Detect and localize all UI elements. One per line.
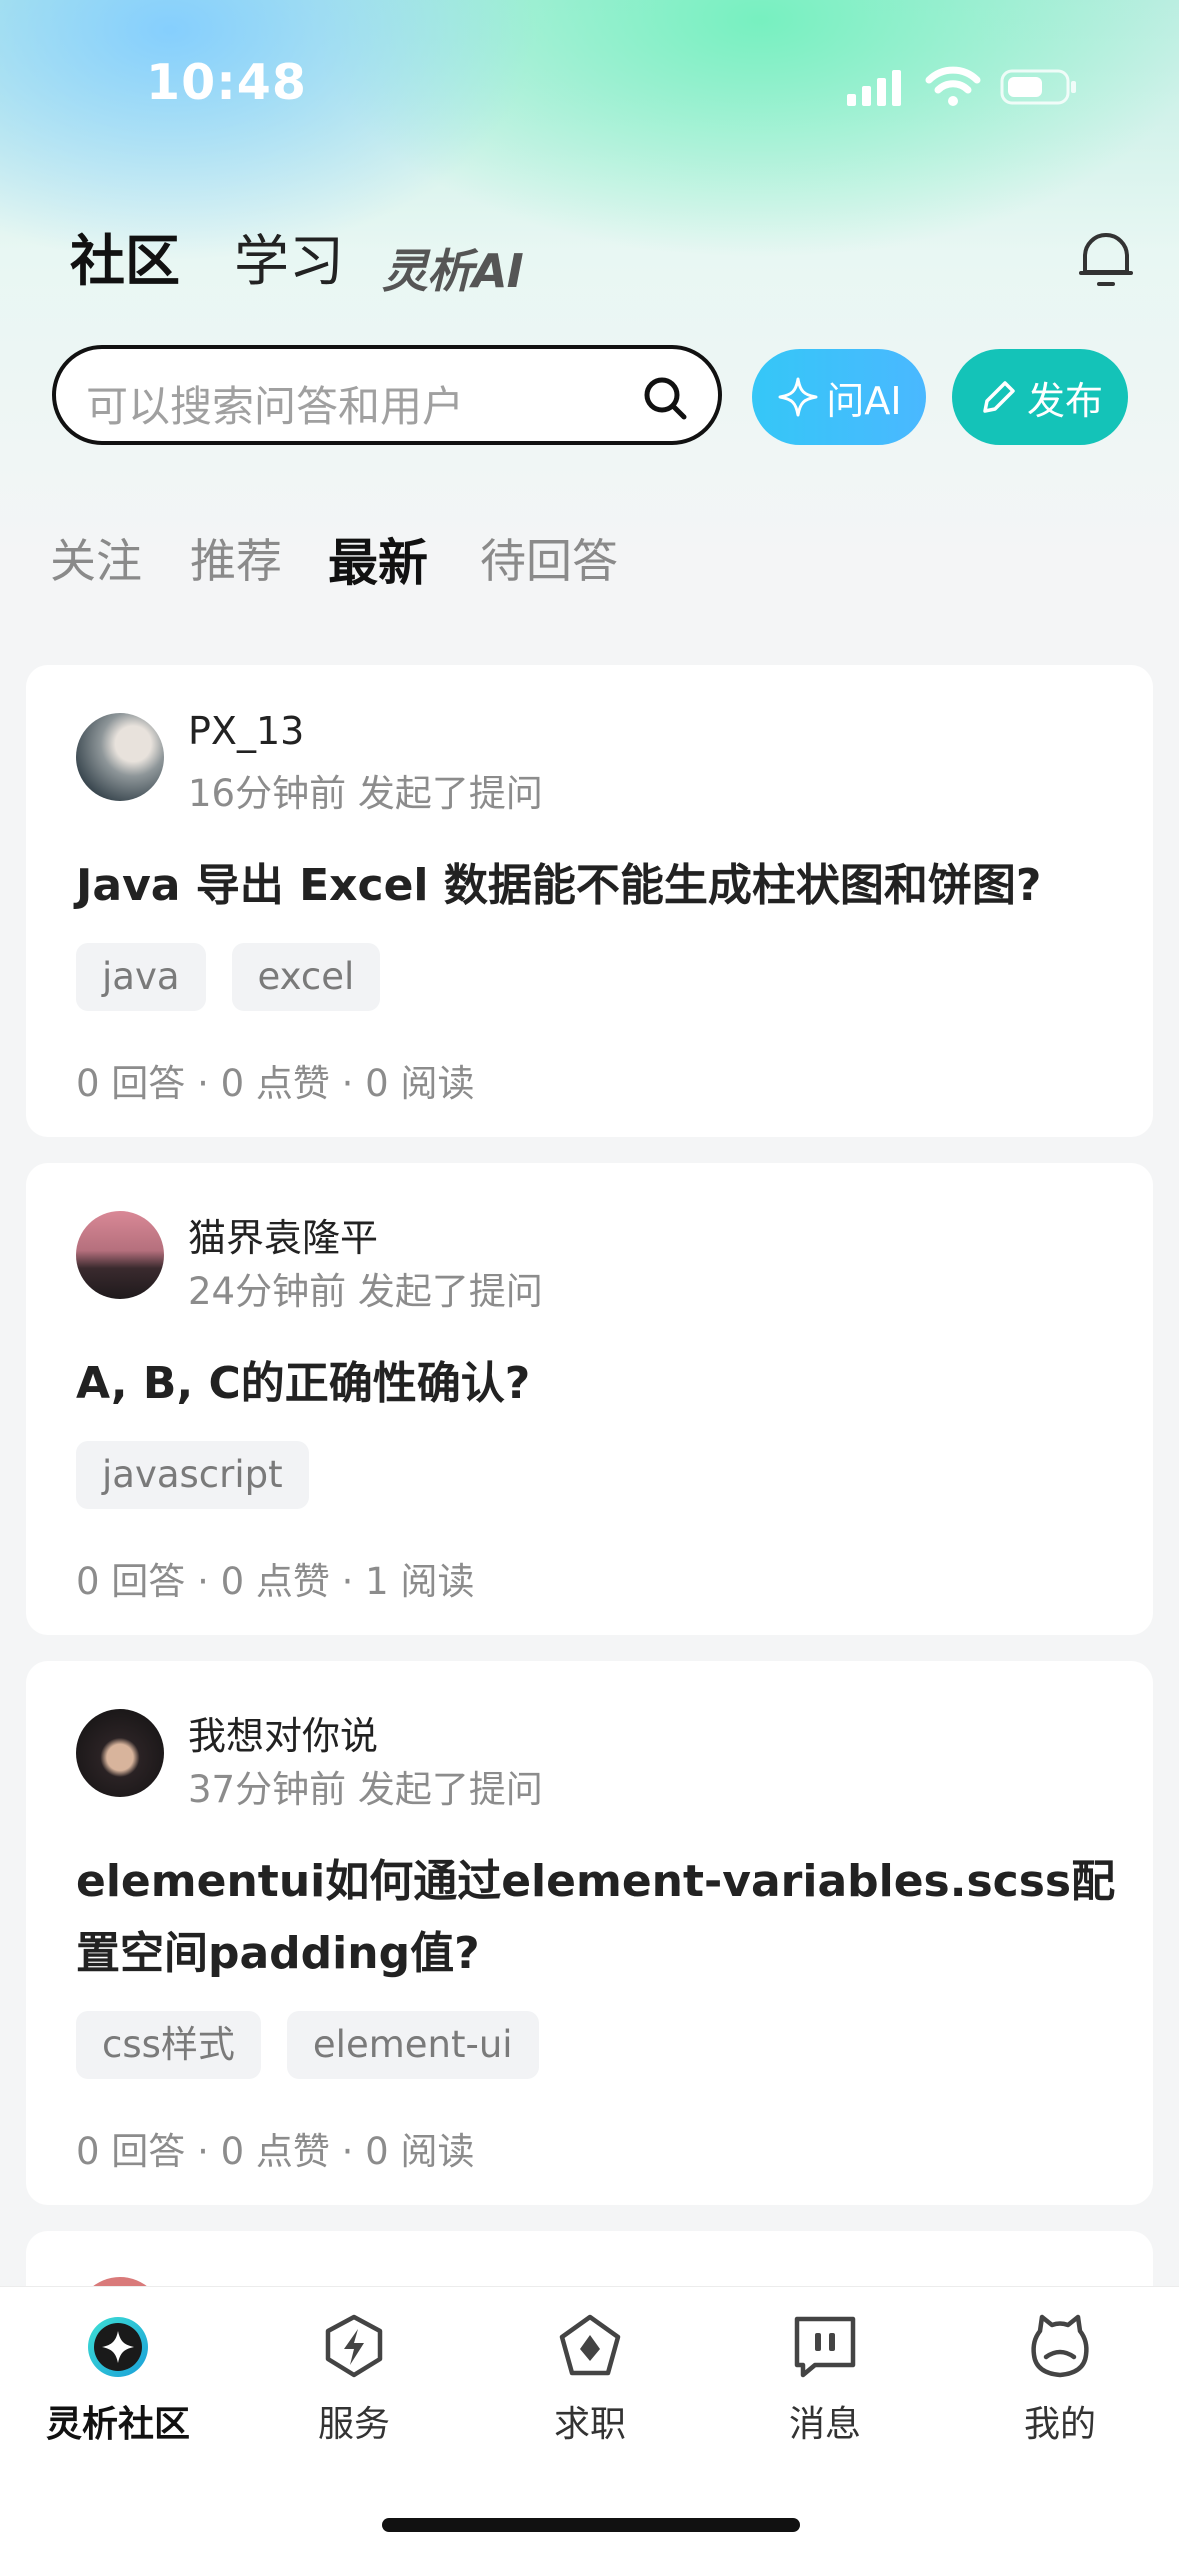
profile-cat-icon [1031,2314,1089,2378]
home-indicator[interactable] [382,2518,800,2532]
bottom-tab-messages[interactable]: 消息 [725,2311,925,2447]
bottom-tab-profile[interactable]: 我的 [960,2311,1160,2447]
bottom-tab-community[interactable]: 灵析社区 [18,2311,218,2447]
avatar[interactable] [76,1709,164,1797]
tag-java[interactable]: java [76,943,206,1011]
job-diamond-icon [559,2314,621,2376]
post-title[interactable]: elementui如何通过element-variables.scss配置空间p… [76,1846,1116,1990]
post-tags: java excel [76,943,381,1011]
notification-bell-icon[interactable] [1075,226,1137,292]
tab-study[interactable]: 学习 [234,226,344,296]
ask-ai-label: 问AI [826,378,902,423]
tag-css-style[interactable]: css样式 [76,2011,261,2079]
status-time: 10:48 [146,54,307,111]
bottom-tab-jobs[interactable]: 求职 [490,2311,690,2447]
status-bar: 10:48 [0,0,1179,160]
post-username[interactable]: 我想对你说 [188,1705,378,1760]
tag-javascript[interactable]: javascript [76,1441,309,1509]
sparkle-icon [778,377,818,417]
publish-label: 发布 [1026,378,1103,423]
post-username[interactable]: PX_13 [188,709,304,753]
feed-tab-unanswered[interactable]: 待回答 [480,525,618,591]
bottom-tab-label: 求职 [553,2404,626,2445]
tag-element-ui[interactable]: element-ui [286,2011,539,2079]
post-meta: 37分钟前 发起了提问 [188,1768,543,1811]
cellular-signal-icon [847,70,901,106]
lightning-shield-icon [325,2314,383,2378]
post-tags: css样式 element-ui [76,2011,539,2079]
tab-community-label: 社区 [70,229,181,293]
feed-tab-recommended[interactable]: 推荐 [190,525,282,591]
ask-ai-button[interactable]: 问AI [752,349,926,445]
post-tags: javascript [76,1441,309,1509]
post-card[interactable]: PX_13 16分钟前 发起了提问 Java 导出 Excel 数据能不能生成柱… [26,665,1153,1137]
avatar[interactable] [76,713,164,801]
post-stats: 0 回答 · 0 点赞 · 0 阅读 [76,2130,475,2173]
pencil-icon [983,381,1015,413]
bottom-tab-bar: 灵析社区 服务 求职 消息 我的 [0,2286,1179,2557]
post-card[interactable]: 我想对你说 37分钟前 发起了提问 elementui如何通过element-v… [26,1661,1153,2205]
feed-tab-following[interactable]: 关注 [50,525,142,591]
battery-icon [1000,69,1076,105]
bottom-tab-service[interactable]: 服务 [254,2311,454,2447]
community-star-icon [88,2317,148,2377]
post-meta: 24分钟前 发起了提问 [188,1270,543,1313]
search-icon[interactable] [642,375,688,421]
post-stats: 0 回答 · 0 点赞 · 0 阅读 [76,1062,475,1105]
post-card[interactable]: 猫界袁隆平 24分钟前 发起了提问 A, B, C的正确性确认? javascr… [26,1163,1153,1635]
tab-community[interactable]: 社区 [70,226,181,296]
search-input[interactable]: 可以搜索问答和用户 [52,345,722,445]
search-row: 可以搜索问答和用户 问AI 发布 [0,345,1179,455]
publish-button[interactable]: 发布 [952,349,1128,445]
feed-tabs: 关注 推荐 最新 待回答 [0,525,1179,605]
tag-excel[interactable]: excel [231,943,381,1011]
bottom-tab-label: 消息 [788,2404,861,2445]
avatar[interactable] [76,1211,164,1299]
post-meta: 16分钟前 发起了提问 [188,772,543,815]
bottom-tab-label: 我的 [1023,2404,1096,2445]
tab-lingxi-ai[interactable]: 灵析AI [382,236,524,306]
post-username[interactable]: 猫界袁隆平 [188,1207,378,1262]
feed-tab-latest[interactable]: 最新 [328,523,428,595]
message-icon [794,2316,856,2378]
bottom-tab-label: 灵析社区 [45,2404,190,2445]
post-stats: 0 回答 · 0 点赞 · 1 阅读 [76,1560,475,1603]
post-title[interactable]: Java 导出 Excel 数据能不能生成柱状图和饼图? [76,850,1116,922]
top-nav: 社区 学习 灵析AI [0,210,1179,320]
bottom-tab-label: 服务 [317,2404,390,2445]
wifi-icon [925,66,981,106]
post-title[interactable]: A, B, C的正确性确认? [76,1348,1116,1420]
search-placeholder: 可以搜索问答和用户 [86,382,465,431]
